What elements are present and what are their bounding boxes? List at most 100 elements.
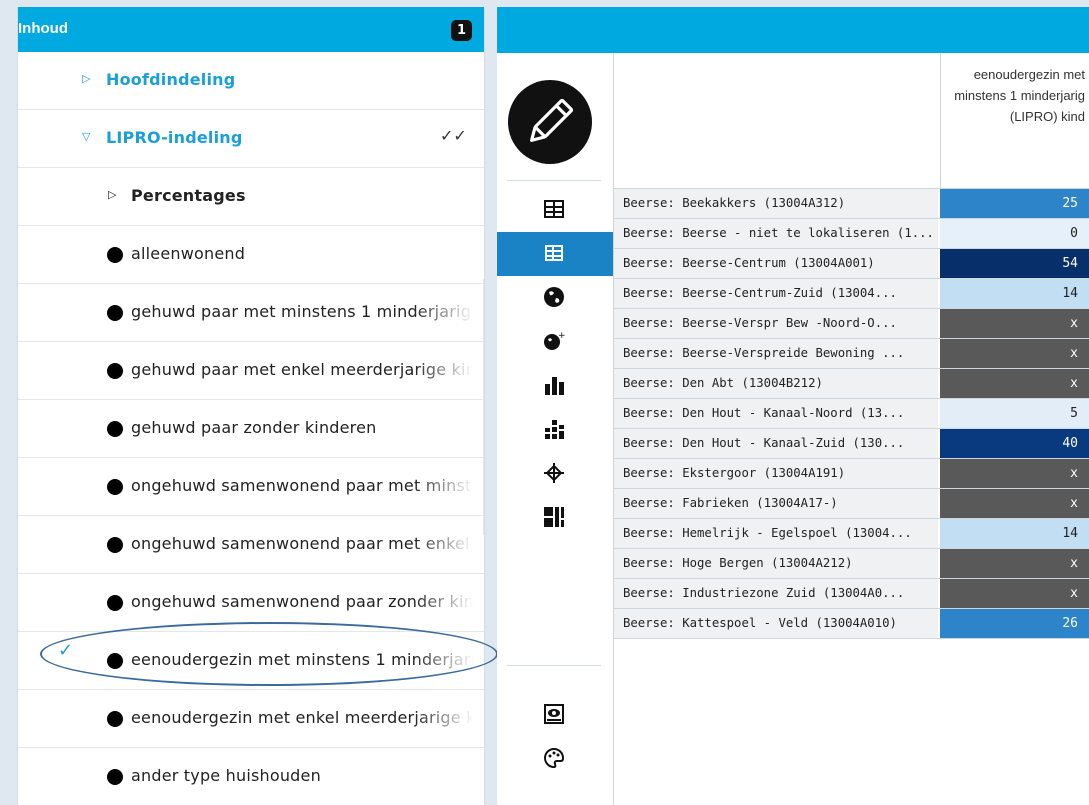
table-row[interactable]: Beerse: Hemelrijk - Egelspoel (13004... 1… [614, 519, 1089, 549]
tree-item-gehuwd-zonder[interactable]: gehuwd paar zonder kinderen [18, 400, 484, 458]
map-view-button[interactable] [497, 276, 613, 320]
tree-item-gehuwd-meerderjarig[interactable]: gehuwd paar met enkel meerderjarige kind… [18, 342, 484, 400]
treemap-icon [544, 507, 564, 527]
row-label: Beerse: Ekstergoor (13004A191) [614, 459, 938, 488]
text-fade [414, 632, 484, 689]
bar-chart-view-button[interactable] [497, 364, 613, 408]
selected-check-icon: ✓ [58, 640, 74, 661]
map-plus-view-button[interactable]: + [497, 320, 613, 364]
row-value: x [940, 369, 1089, 398]
table-row[interactable]: Beerse: Kattespoel - Veld (13004A010) 26 [614, 609, 1089, 639]
table-row[interactable]: Beerse: Beerse-Verspr Bew -Noord-O... x [614, 309, 1089, 339]
row-label: Beerse: Beerse-Verspr Bew -Noord-O... [614, 309, 938, 338]
table-row[interactable]: Beerse: Industriezone Zuid (13004A0... x [614, 579, 1089, 609]
preview-button[interactable] [497, 693, 613, 737]
bullet-icon [107, 247, 123, 263]
table-row[interactable]: Beerse: Beerse-Centrum-Zuid (13004... 14 [614, 279, 1089, 309]
content-panel: Inhoud 1 ▷ Hoofdindeling ▽ LIPRO-indelin… [17, 7, 485, 805]
toolbar-divider [507, 180, 601, 181]
crosshair-icon [544, 463, 564, 483]
tree-item-label: ander type huishouden [131, 766, 321, 785]
text-fade [414, 690, 484, 747]
toolbar-divider [507, 665, 601, 666]
bullet-icon [107, 363, 123, 379]
tree-item-gehuwd-minderjarig[interactable]: gehuwd paar met minstens 1 minderjarig k… [18, 284, 484, 342]
row-label: Beerse: Kattespoel - Veld (13004A010) [614, 609, 938, 638]
row-label: Beerse: Den Hout - Kanaal-Zuid (130... [614, 429, 938, 458]
preview-icon [544, 704, 564, 724]
tree-item-eenoudergezin-meerderjarig[interactable]: eenoudergezin met enkel meerderjarige ki… [18, 690, 484, 748]
row-value: x [940, 309, 1089, 338]
bullet-icon [107, 305, 123, 321]
collapse-triangle-icon[interactable]: ▽ [82, 130, 90, 143]
column-header[interactable]: eenoudergezin met minstens 1 minderjarig… [940, 53, 1089, 188]
row-value: 25 [940, 189, 1089, 218]
tree-item-hoofdindeling[interactable]: ▷ Hoofdindeling [18, 52, 484, 110]
crosshair-view-button[interactable] [497, 452, 613, 496]
bullet-icon [107, 595, 123, 611]
bar-chart-icon [545, 377, 564, 395]
tree-item-ander-type[interactable]: ander type huishouden [18, 748, 484, 805]
row-value: 0 [940, 219, 1089, 248]
treemap-view-button[interactable] [497, 496, 613, 540]
table-row[interactable]: Beerse: Den Abt (13004B212) x [614, 369, 1089, 399]
table-rows-icon [545, 245, 563, 261]
palette-button[interactable] [497, 737, 613, 781]
tree-item-percentages[interactable]: ▷ Percentages [18, 168, 484, 226]
table-view-button[interactable] [497, 188, 613, 232]
row-label: Beerse: Beerse-Centrum-Zuid (13004... [614, 279, 938, 308]
row-value: 54 [940, 249, 1089, 278]
view-toolbar: + [497, 53, 613, 805]
edit-button[interactable] [508, 80, 592, 164]
row-label: Beerse: Beerse-Centrum (13004A001) [614, 249, 938, 278]
row-value: 40 [940, 429, 1089, 458]
table-row[interactable]: Beerse: Den Hout - Kanaal-Zuid (130... 40 [614, 429, 1089, 459]
selection-count-badge: 1 [451, 20, 472, 41]
tree-item-lipro-indeling[interactable]: ▽ LIPRO-indeling ✓✓ [18, 110, 484, 168]
row-label: Beerse: Beekakkers (13004A312) [614, 189, 938, 218]
table-row[interactable]: Beerse: Den Hout - Kanaal-Noord (13... 5 [614, 399, 1089, 429]
row-value: x [940, 579, 1089, 608]
bullet-icon [107, 537, 123, 553]
table-row[interactable]: Beerse: Beerse-Centrum (13004A001) 54 [614, 249, 1089, 279]
bullet-icon [107, 421, 123, 437]
table-row[interactable]: Beerse: Fabrieken (13004A17-) x [614, 489, 1089, 519]
tree-item-label: Percentages [131, 186, 246, 205]
row-value: x [940, 459, 1089, 488]
svg-text:+: + [558, 331, 565, 341]
text-fade [414, 342, 484, 399]
tree-item-label: gehuwd paar zonder kinderen [131, 418, 377, 437]
row-label: Beerse: Fabrieken (13004A17-) [614, 489, 938, 518]
stacked-bar-icon [545, 420, 564, 439]
row-value: x [940, 339, 1089, 368]
table-row[interactable]: Beerse: Beekakkers (13004A312) 25 [614, 189, 1089, 219]
text-fade [414, 458, 484, 515]
tree-item-ongehuwd-minderjarig[interactable]: ongehuwd samenwonend paar met minstens 1… [18, 458, 484, 516]
expand-triangle-icon[interactable]: ▷ [108, 188, 116, 201]
palette-icon [544, 747, 565, 769]
tree-item-ongehuwd-meerderjarig[interactable]: ongehuwd samenwonend paar met enkel meer… [18, 516, 484, 574]
row-value: 5 [940, 399, 1089, 428]
tree-item-ongehuwd-zonder[interactable]: ongehuwd samenwonend paar zonder kindere… [18, 574, 484, 632]
table-row[interactable]: Beerse: Beerse - niet te lokaliseren (1.… [614, 219, 1089, 249]
expand-triangle-icon[interactable]: ▷ [82, 72, 90, 85]
table-row[interactable]: Beerse: Beerse-Verspreide Bewoning ... x [614, 339, 1089, 369]
text-fade [414, 574, 484, 631]
table-row[interactable]: Beerse: Hoge Bergen (13004A212) x [614, 549, 1089, 579]
data-table: eenoudergezin met minstens 1 minderjarig… [613, 53, 1089, 805]
tree-item-label: Hoofdindeling [106, 70, 236, 89]
table-row[interactable]: Beerse: Ekstergoor (13004A191) x [614, 459, 1089, 489]
table-icon [544, 200, 564, 218]
pencil-icon [530, 98, 574, 142]
scrollbar[interactable] [483, 279, 484, 535]
row-label: Beerse: Beerse - niet te lokaliseren (1.… [614, 219, 938, 248]
stacked-bar-view-button[interactable] [497, 408, 613, 452]
tree-item-alleenwonend[interactable]: alleenwonend [18, 226, 484, 284]
double-check-icon[interactable]: ✓✓ [440, 126, 467, 145]
bullet-icon [107, 479, 123, 495]
row-value: 14 [940, 519, 1089, 548]
tree-item-eenoudergezin-minderjarig[interactable]: eenoudergezin met minstens 1 minderjarig… [18, 632, 484, 690]
row-label: Beerse: Hemelrijk - Egelspoel (13004... [614, 519, 938, 548]
bullet-icon [107, 711, 123, 727]
table-rows-view-button[interactable] [497, 232, 613, 276]
